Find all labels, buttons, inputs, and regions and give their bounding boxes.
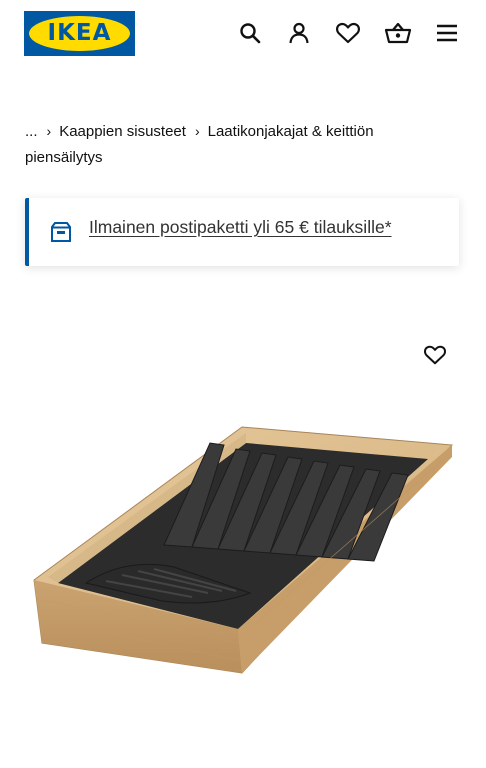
heart-icon[interactable] xyxy=(333,18,363,48)
basket-icon[interactable] xyxy=(383,18,413,48)
chevron-right-icon: › xyxy=(194,123,200,139)
product-image[interactable] xyxy=(24,415,460,680)
header: IKEA xyxy=(0,0,486,70)
free-shipping-link[interactable]: Ilmainen postipaketti yli 65 € tilauksil… xyxy=(89,217,392,238)
free-shipping-banner[interactable]: Ilmainen postipaketti yli 65 € tilauksil… xyxy=(25,198,459,266)
search-icon[interactable] xyxy=(235,18,265,48)
breadcrumb-ellipsis[interactable]: ... xyxy=(25,123,38,140)
account-icon[interactable] xyxy=(284,18,314,48)
breadcrumb: ... › Kaappien sisusteet › Laatikonjakajat &… xyxy=(25,118,445,171)
logo-text: IKEA xyxy=(47,20,112,46)
chevron-right-icon: › xyxy=(46,123,52,139)
menu-icon[interactable] xyxy=(432,18,462,48)
parcel-icon xyxy=(49,220,73,244)
ikea-logo[interactable]: IKEA xyxy=(24,11,135,56)
breadcrumb-item-cabinet-interiors[interactable]: Kaappien sisusteet xyxy=(59,123,186,140)
heart-icon xyxy=(424,345,446,365)
add-to-favourites-button[interactable] xyxy=(421,341,449,369)
